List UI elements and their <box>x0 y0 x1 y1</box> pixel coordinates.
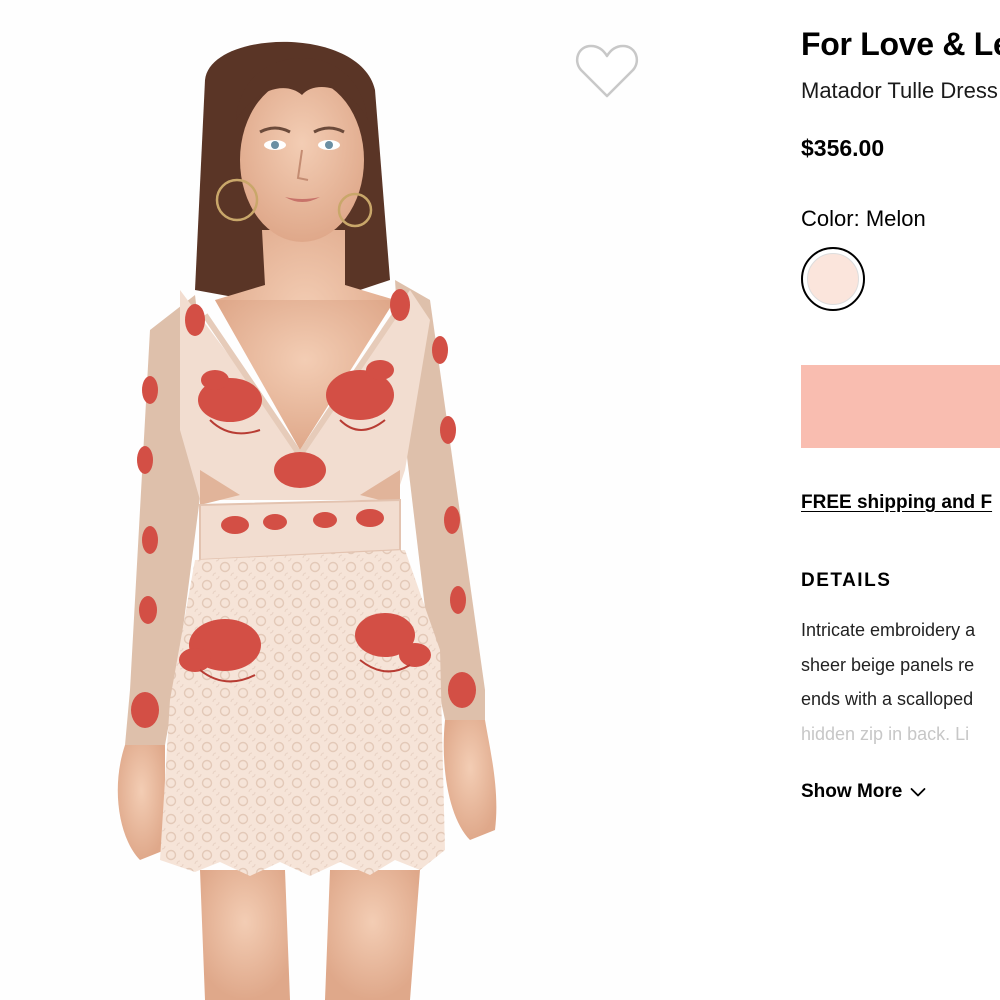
swatch-fill <box>807 253 859 305</box>
product-page: For Love & Lemons Matador Tulle Dress $3… <box>0 0 1000 1000</box>
model-illustration <box>117 41 497 1000</box>
wishlist-button[interactable] <box>574 42 640 100</box>
color-swatch-melon[interactable] <box>801 247 865 311</box>
product-info-panel: For Love & Lemons Matador Tulle Dress $3… <box>801 0 1000 1000</box>
add-to-bag-button[interactable] <box>801 365 1000 448</box>
free-shipping-link[interactable]: FREE shipping and F <box>801 492 992 514</box>
heart-outline-icon <box>575 44 639 98</box>
product-title: Matador Tulle Dress <box>801 78 998 103</box>
show-more-button[interactable]: Show More <box>801 781 926 803</box>
brand-name[interactable]: For Love & Lemons <box>801 26 1000 63</box>
details-description: Intricate embroidery a sheer beige panel… <box>801 616 1000 754</box>
product-price: $356.00 <box>801 135 885 161</box>
product-image[interactable] <box>0 0 660 1000</box>
details-line: Intricate embroidery a <box>801 620 976 640</box>
show-more-label: Show More <box>801 781 903 802</box>
chevron-down-icon <box>910 788 926 797</box>
details-heading: DETAILS <box>801 570 892 591</box>
details-line: ends with a scalloped <box>801 689 974 709</box>
color-selection-label: Color: Melon <box>801 206 926 232</box>
color-label: Color: <box>801 206 860 231</box>
details-line-faded: hidden zip in back. Li <box>801 723 970 744</box>
selected-color-value: Melon <box>865 206 926 231</box>
details-line: sheer beige panels re <box>801 654 975 675</box>
